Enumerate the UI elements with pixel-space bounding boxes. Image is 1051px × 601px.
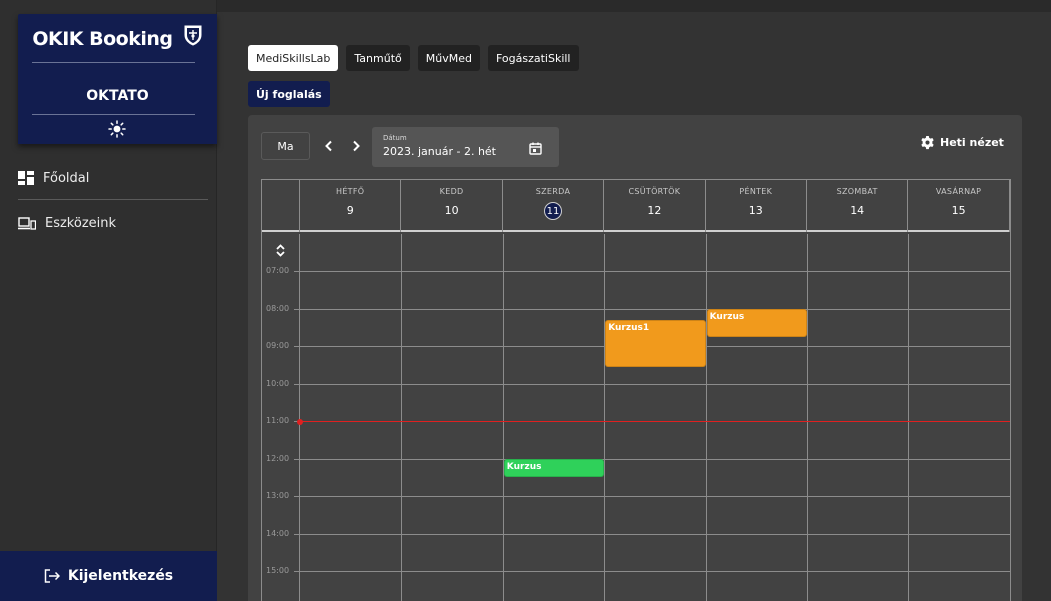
- day-name: HÉTFŐ: [336, 187, 365, 196]
- day-header[interactable]: PÉNTEK 13: [706, 180, 807, 232]
- sidebar: OKIK Booking OKTATO Főoldal Eszközeink K…: [0, 0, 217, 601]
- day-number: 12: [647, 204, 662, 217]
- week-view-label: Heti nézet: [940, 136, 1004, 149]
- user-role: OKTATO: [86, 88, 149, 104]
- hour-label: 10:00: [266, 378, 290, 388]
- calendar-event[interactable]: Kurzus1: [605, 319, 706, 367]
- next-week-button[interactable]: [348, 138, 364, 154]
- brand-divider-top: [32, 62, 195, 63]
- logout-button[interactable]: Kijelentkezés: [0, 551, 217, 601]
- day-column-divider: [502, 234, 504, 601]
- devices-icon: [18, 216, 36, 230]
- gear-icon: [921, 135, 934, 150]
- header-gutter: [262, 180, 300, 232]
- current-time-dot: [297, 418, 303, 425]
- hour-line: [294, 571, 1010, 572]
- week-grid: HÉTFŐ 9 KEDD 10 SZERDA 11 CSÜTÖRTÖK 12 P…: [261, 179, 1011, 601]
- dashboard-icon: [18, 171, 34, 185]
- hour-line: [294, 308, 1010, 310]
- theme-toggle-sun-icon[interactable]: [108, 120, 126, 142]
- day-number: 13: [748, 204, 763, 217]
- calendar-card: Ma Dátum 2023. január - 2. hét Heti néze…: [248, 115, 1022, 601]
- shield-logo-icon: [183, 24, 203, 51]
- brand-panel: OKIK Booking OKTATO: [18, 14, 217, 144]
- day-column-divider: [401, 234, 403, 601]
- current-time-line: [299, 421, 1010, 422]
- day-header[interactable]: VASÁRNAP 15: [908, 180, 1010, 232]
- day-header-today[interactable]: SZERDA 11: [503, 180, 605, 232]
- tab-fogaszatiskill[interactable]: FogászatiSkill: [487, 45, 579, 71]
- tab-mediskillslab[interactable]: MediSkillsLab: [248, 45, 339, 71]
- day-column-divider: [807, 234, 808, 601]
- hour-label: 07:00: [266, 266, 290, 275]
- day-header[interactable]: HÉTFŐ 9: [300, 180, 402, 232]
- day-header[interactable]: SZOMBAT 14: [807, 180, 909, 232]
- brand-divider-bottom: [32, 114, 195, 115]
- day-number: 10: [444, 204, 459, 217]
- day-column-divider: [604, 234, 606, 601]
- hour-label: 14:00: [266, 528, 290, 538]
- today-badge: 11: [503, 202, 603, 220]
- hour-line: [294, 533, 1010, 535]
- day-number: 14: [850, 204, 865, 217]
- hour-label: 12:00: [266, 453, 290, 463]
- day-column-divider: [908, 234, 910, 601]
- day-number: 9: [346, 204, 354, 217]
- chevron-left-icon: [325, 140, 332, 152]
- time-grid[interactable]: 07:00 08:00 09:00 10:00 11:00 12:00 13:00 14:00…: [262, 234, 1010, 601]
- day-name: SZERDA: [535, 187, 571, 196]
- logout-icon: [44, 569, 60, 583]
- day-header[interactable]: CSÜTÖRTÖK 12: [604, 180, 706, 232]
- tab-tanmuto[interactable]: Tanműtő: [346, 45, 410, 71]
- expand-collapse-icon[interactable]: [276, 242, 285, 261]
- hour-line: [294, 383, 1010, 385]
- day-name: PÉNTEK: [739, 187, 773, 196]
- new-booking-button[interactable]: Új foglalás: [248, 81, 330, 107]
- sidebar-item-devices[interactable]: Eszközeink: [18, 211, 208, 235]
- brand-title: OKIK Booking: [18, 25, 217, 51]
- date-picker[interactable]: Dátum 2023. január - 2. hét: [372, 127, 559, 167]
- prev-week-button[interactable]: [321, 138, 337, 154]
- chevron-right-icon: [353, 140, 360, 152]
- day-name: KEDD: [439, 187, 464, 196]
- day-name: VASÁRNAP: [935, 187, 982, 196]
- date-picker-label: Dátum: [383, 134, 407, 142]
- hour-label: 09:00: [266, 341, 290, 350]
- hour-label: 08:00: [266, 303, 290, 313]
- logout-label: Kijelentkezés: [67, 568, 174, 584]
- calendar-event[interactable]: Kurzus: [503, 458, 605, 478]
- hour-line: [294, 271, 1010, 272]
- today-button[interactable]: Ma: [261, 132, 310, 160]
- sidebar-item-home[interactable]: Főoldal: [18, 166, 208, 190]
- hour-line: [294, 458, 1010, 460]
- day-column-divider: [705, 234, 707, 601]
- tab-muvmed[interactable]: MűvMed: [417, 45, 480, 71]
- hour-line: [294, 496, 1010, 497]
- hour-label: 13:00: [266, 491, 290, 500]
- day-number: 15: [951, 204, 966, 217]
- day-header-row: HÉTFŐ 9 KEDD 10 SZERDA 11 CSÜTÖRTÖK 12 P…: [262, 180, 1010, 232]
- hour-label: 11:00: [266, 416, 290, 425]
- sidebar-divider: [18, 199, 208, 200]
- day-header[interactable]: KEDD 10: [401, 180, 503, 232]
- sidebar-item-label: Főoldal: [43, 170, 90, 186]
- day-name: SZOMBAT: [836, 187, 878, 196]
- week-view-toggle[interactable]: Heti nézet: [920, 135, 1004, 150]
- date-picker-value: 2023. január - 2. hét: [383, 145, 496, 158]
- calendar-icon: [529, 140, 542, 159]
- day-name: CSÜTÖRTÖK: [628, 187, 681, 196]
- hour-label: 15:00: [266, 566, 290, 575]
- resource-tabs: MediSkillsLab Tanműtő MűvMed FogászatiSk…: [248, 45, 579, 71]
- sidebar-item-label: Eszközeink: [45, 215, 117, 231]
- day-number: 11: [543, 202, 562, 220]
- brand-title-text: OKIK Booking: [32, 28, 173, 50]
- calendar-event[interactable]: Kurzus: [706, 308, 807, 337]
